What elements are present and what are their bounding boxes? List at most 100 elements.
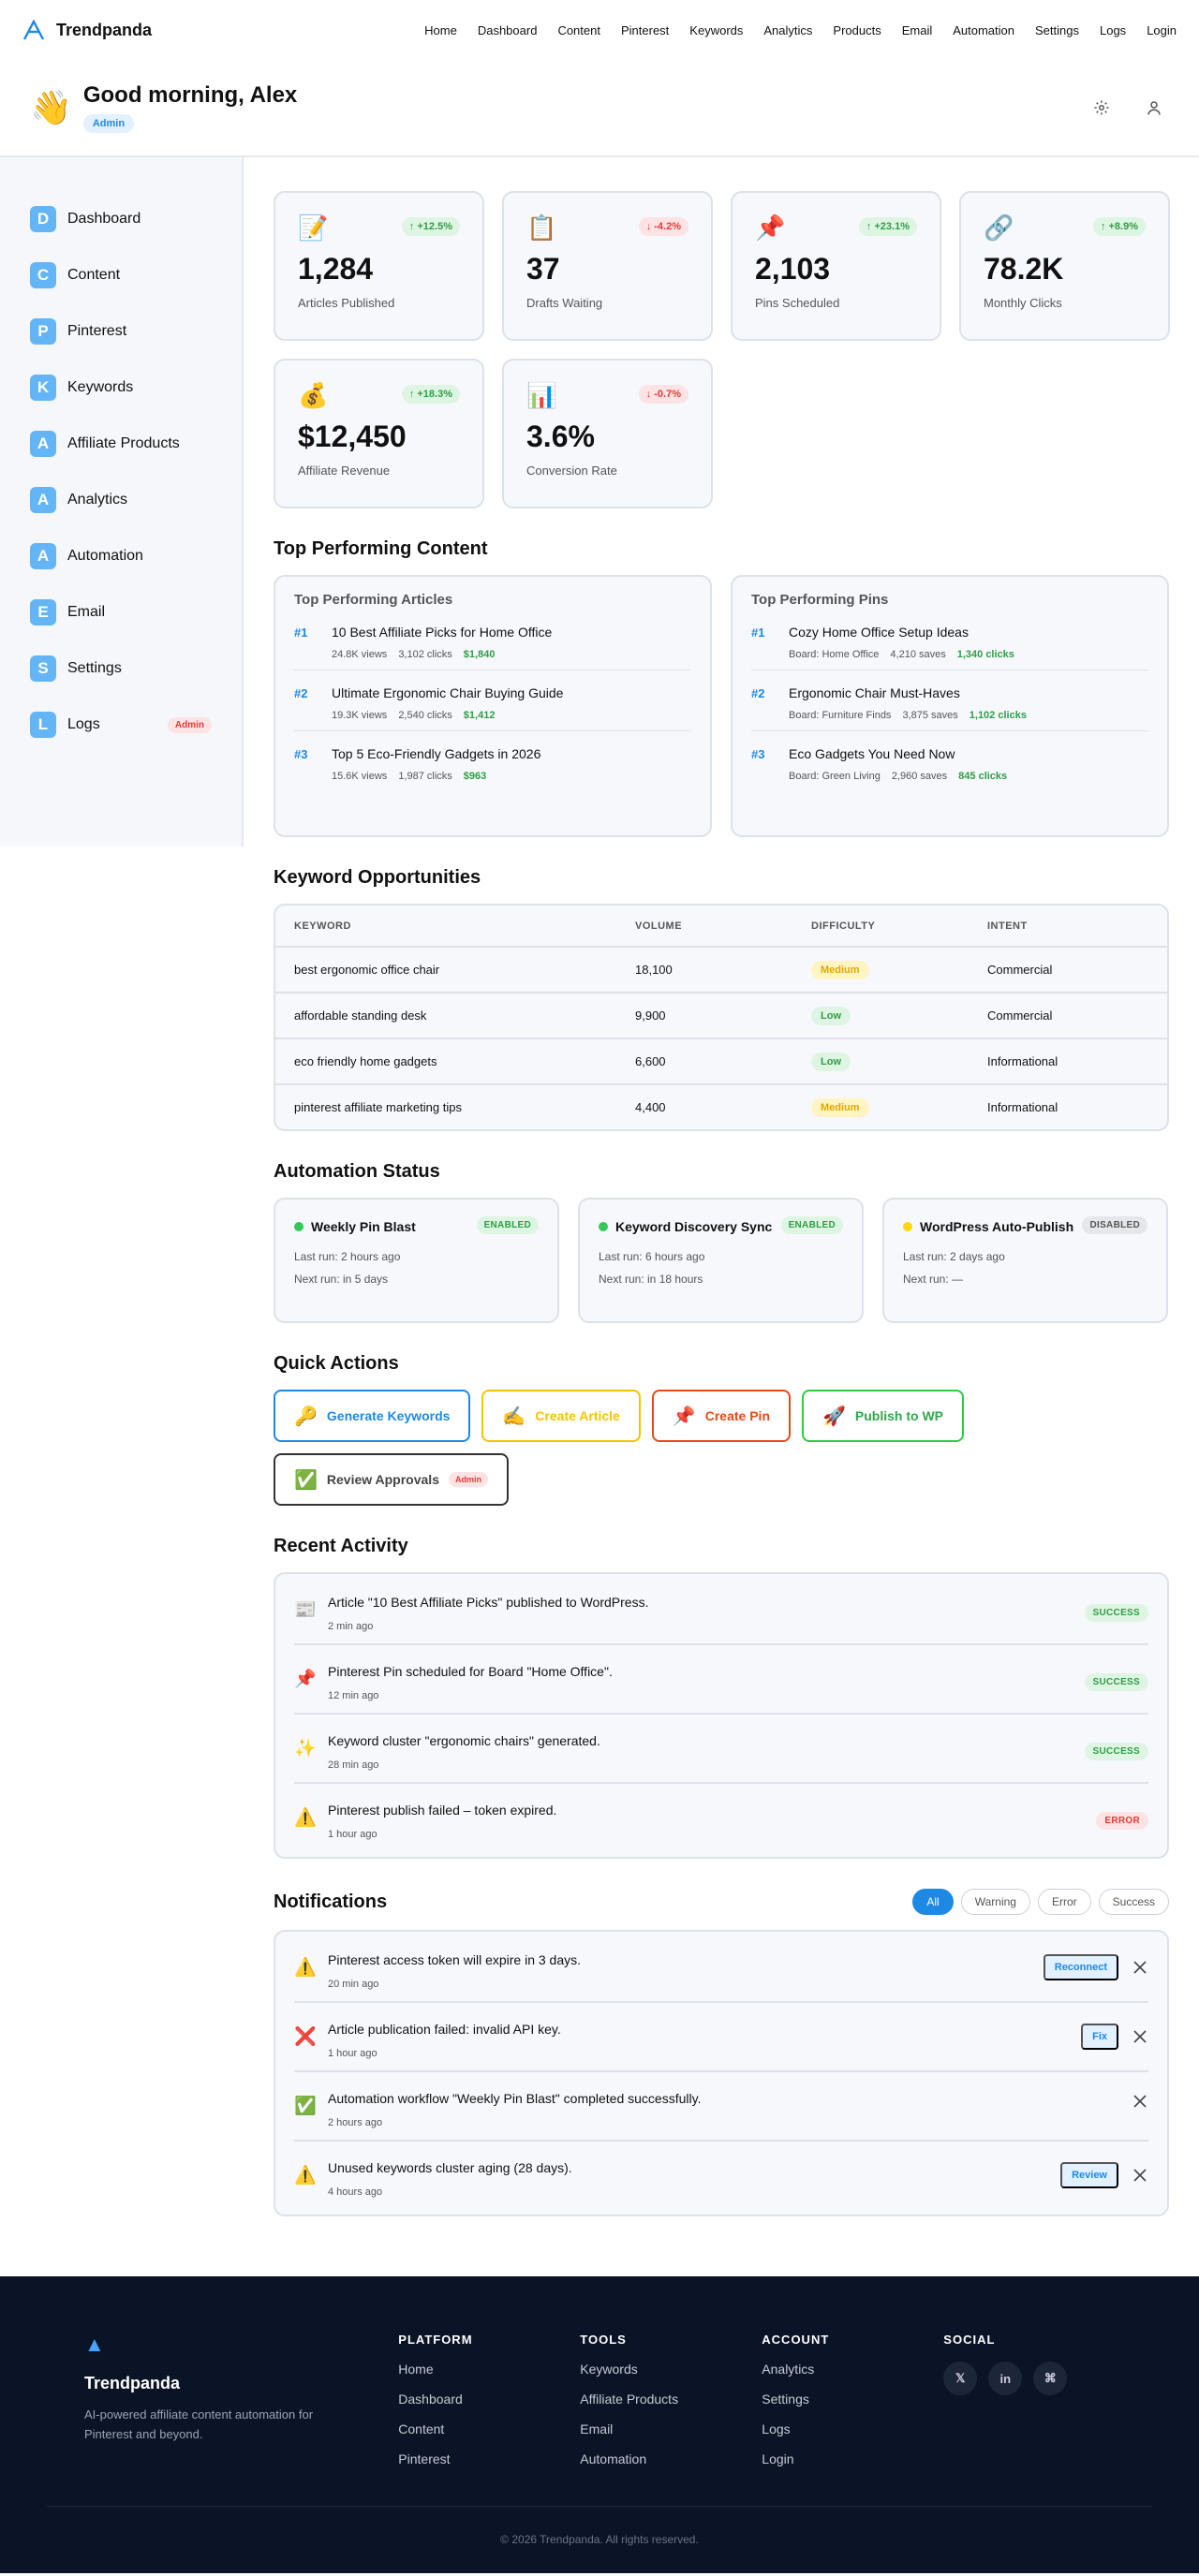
nav-link-login[interactable]: Login [1147,23,1177,37]
notification-icon: ✅ [294,2097,317,2116]
close-icon[interactable] [1132,2028,1148,2045]
stats-grid: 📝 ↑ +12.5% 1,284 Articles Published 📋 ↓ -4.2%… [274,191,1170,508]
table-row[interactable]: pinterest affiliate marketing tips 4,400 M… [275,1083,1167,1129]
settings-gear-icon[interactable] [1087,93,1117,123]
automation-card[interactable]: Keyword Discovery Sync ENABLED Last run: 6… [578,1198,864,1323]
nav-link-content[interactable]: Content [557,23,600,37]
generate-keywords-button[interactable]: 🔑 Generate Keywords [274,1390,471,1442]
footer-link[interactable]: Logs [762,2421,943,2436]
footer-copyright: © 2026 Trendpanda. All rights reserved. [500,2533,699,2546]
filter-warning[interactable]: Warning [960,1889,1030,1915]
top-pin-item[interactable]: #2 Ergonomic Chair Must-Haves Board: Furni… [751,685,1148,731]
fix-button[interactable]: Fix [1081,2024,1118,2050]
table-row[interactable]: eco friendly home gadgets 6,600 Low Informa… [275,1038,1167,1083]
top-pin-item[interactable]: #1 Cozy Home Office Setup Ideas Board: Hom… [751,625,1148,670]
nav-link-logs[interactable]: Logs [1100,23,1126,37]
automation-card[interactable]: Weekly Pin Blast ENABLED Last run: 2 hours… [274,1198,559,1323]
nav-link-keywords[interactable]: Keywords [689,23,743,37]
footer-link[interactable]: Home [398,2362,580,2377]
top-article-item[interactable]: #2 Ultimate Ergonomic Chair Buying Guide 1… [294,685,691,731]
sidebar-item-content[interactable]: C Content [0,247,242,303]
nav-links: Home Dashboard Content Pinterest Keywords Ana… [424,23,1177,37]
pin-metric-1: Board: Green Living [789,771,881,782]
nav-link-dashboard[interactable]: Dashboard [478,23,538,37]
activity-time: 2 min ago [328,1621,374,1632]
reconnect-button[interactable]: Reconnect [1043,1954,1118,1980]
sidebar-item-email[interactable]: E Email [0,584,242,640]
close-icon[interactable] [1132,2093,1148,2110]
sidebar-item-affiliate-products[interactable]: A Affiliate Products [0,416,242,472]
filter-all[interactable]: All [912,1889,954,1915]
sidebar-item-pinterest[interactable]: P Pinterest [0,303,242,360]
create-article-button[interactable]: ✍️ Create Article [481,1390,641,1442]
filter-success[interactable]: Success [1098,1889,1169,1915]
activity-icon: 📰 [294,1600,317,1620]
footer-link[interactable]: Login [762,2451,943,2466]
footer-link[interactable]: Keywords [580,2362,762,2377]
footer-link[interactable]: Pinterest [398,2451,580,2466]
nav-link-analytics[interactable]: Analytics [763,23,812,37]
sidebar-item-label: Email [67,604,106,620]
activity-item: ⚠️ Pinterest publish failed – token expir… [294,1797,1148,1853]
create-pin-button[interactable]: 📌 Create Pin [651,1390,791,1442]
activity-text: Article "10 Best Affiliate Picks" publis… [328,1595,649,1610]
stat-card: 📌 ↑ +23.1% 2,103 Pins Scheduled [731,191,941,341]
nav-link-settings[interactable]: Settings [1035,23,1079,37]
top-pin-item[interactable]: #3 Eco Gadgets You Need Now Board: Green L… [751,746,1148,791]
linkedin-social-icon[interactable]: in [988,2362,1023,2395]
nav-link-pinterest[interactable]: Pinterest [621,23,669,37]
automation-card[interactable]: WordPress Auto-Publish DISABLED Last run: … [882,1198,1168,1323]
nav-link-automation[interactable]: Automation [953,23,1014,37]
rank-label: #1 [751,626,765,640]
nav-link-products[interactable]: Products [833,23,881,37]
sidebar-item-logs[interactable]: L Logs Admin [0,697,242,753]
footer-column-heading: PLATFORM [398,2333,473,2347]
filter-error[interactable]: Error [1037,1889,1091,1915]
article-metric-2: 2,540 clicks [398,710,452,721]
activity-icon: ⚠️ [294,1808,317,1828]
top-articles-card: Top Performing Articles #1 10 Best Affili… [274,575,712,837]
status-dot-icon [903,1222,912,1231]
footer-link[interactable]: Content [398,2421,580,2436]
footer-link[interactable]: Analytics [762,2362,943,2377]
brand[interactable]: Trendpanda [22,20,152,40]
sidebar-item-settings[interactable]: S Settings [0,640,242,697]
review-button[interactable]: Review [1060,2162,1118,2188]
nav-link-email[interactable]: Email [902,23,933,37]
sidebar: D Dashboard C Content P Pinterest K Keywords A Af… [0,157,244,846]
publish-to-wp-button[interactable]: 🚀 Publish to WP [802,1390,965,1442]
stat-label: Drafts Waiting [526,296,603,310]
command-social-icon[interactable]: ⌘ [1033,2362,1068,2395]
keywords-title: Keyword Opportunities [274,867,481,888]
notification-text: Pinterest access token will expire in 3 … [328,1952,582,1967]
footer-link[interactable]: Automation [580,2451,762,2466]
nav-link-home[interactable]: Home [424,23,457,37]
review-approvals-button[interactable]: ✅ Review Approvals Admin [274,1453,509,1506]
footer-link[interactable]: Dashboard [398,2392,580,2407]
footer-link[interactable]: Affiliate Products [580,2392,762,2407]
top-article-item[interactable]: #1 10 Best Affiliate Picks for Home Offic… [294,625,691,670]
activity-item: 📌 Pinterest Pin scheduled for Board "Home… [294,1658,1148,1715]
article-title: 10 Best Affiliate Picks for Home Office [332,625,553,640]
notification-time: 1 hour ago [328,2048,377,2059]
notification-item: ⚠️ Unused keywords cluster aging (28 days… [294,2155,1148,2211]
volume-cell: 9,900 [635,1008,666,1023]
sidebar-item-dashboard[interactable]: D Dashboard [0,191,242,247]
footer-link[interactable]: Email [580,2421,762,2436]
sidebar-item-automation[interactable]: A Automation [0,528,242,584]
table-row[interactable]: affordable standing desk 9,900 Low Commerci… [275,992,1167,1038]
close-icon[interactable] [1132,1959,1148,1976]
top-article-item[interactable]: #3 Top 5 Eco-Friendly Gadgets in 2026 15.6… [294,746,691,791]
activity-status-badge: ERROR [1096,1812,1148,1830]
sidebar-item-analytics[interactable]: A Analytics [0,472,242,528]
sidebar-item-keywords[interactable]: K Keywords [0,360,242,416]
pin-title: Ergonomic Chair Must-Haves [789,685,960,700]
close-icon[interactable] [1132,2167,1148,2184]
table-row[interactable]: best ergonomic office chair 18,100 Medium C… [275,946,1167,992]
footer-link[interactable]: Settings [762,2392,943,2407]
user-profile-icon[interactable] [1139,93,1169,123]
keyword-cell: eco friendly home gadgets [294,1054,437,1068]
next-run: Next run: in 5 days [294,1273,389,1286]
x-social-icon[interactable]: 𝕏 [943,2362,978,2395]
activity-icon: 📌 [294,1670,317,1689]
